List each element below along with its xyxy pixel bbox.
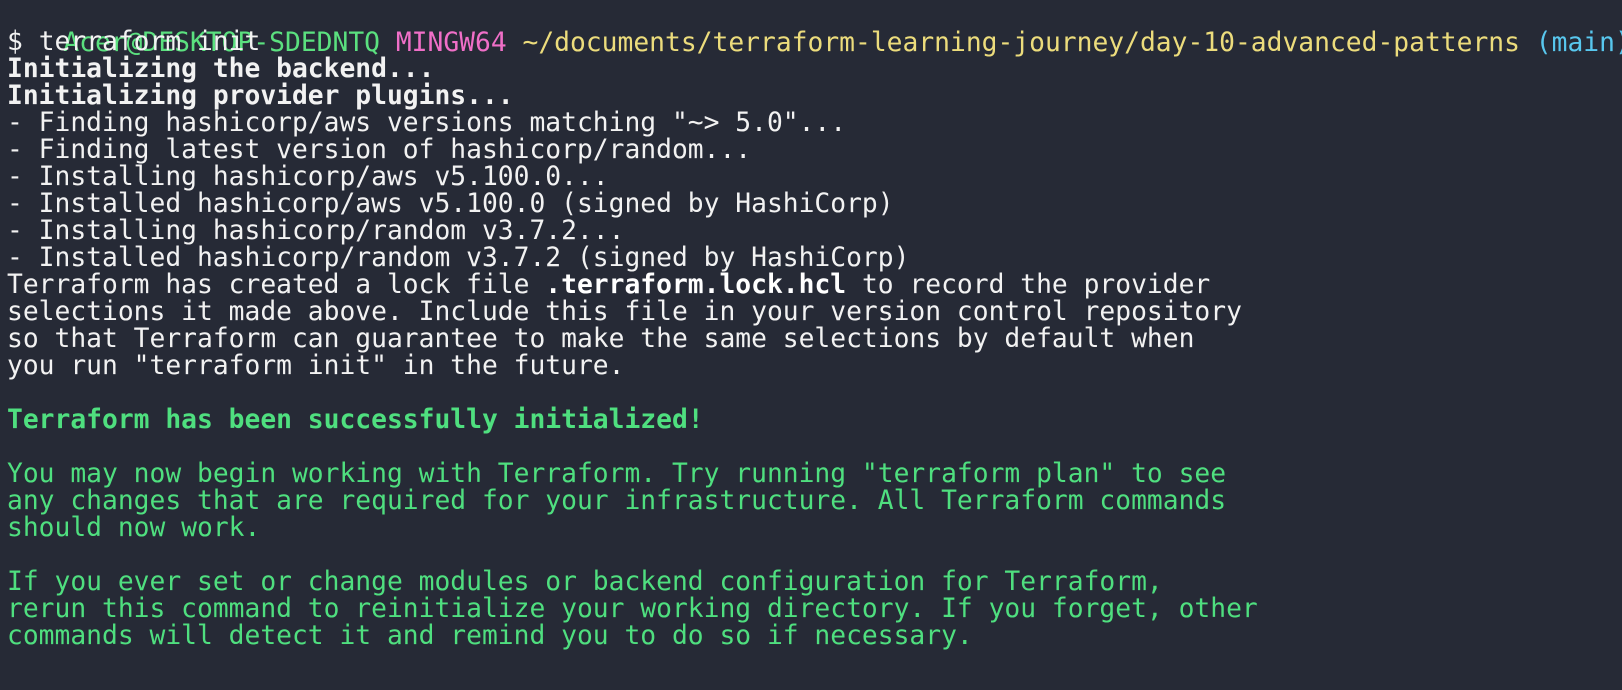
next-steps-text: any changes that are required for your i…: [7, 486, 1227, 516]
next-steps-text: should now work.: [7, 513, 261, 543]
output-backend: Initializing the backend...: [7, 54, 435, 84]
output-step: - Installed hashicorp/aws v5.100.0 (sign…: [7, 189, 894, 219]
lock-file-name: .terraform.lock.hcl: [545, 270, 847, 300]
rerun-text: rerun this command to reinitialize your …: [7, 594, 1258, 624]
output-step: - Installing hashicorp/aws v5.100.0...: [7, 162, 609, 192]
output-provider-plugins: Initializing provider plugins...: [7, 81, 514, 111]
lock-file-post: to record the provider: [846, 270, 1211, 300]
lock-file-text: so that Terraform can guarantee to make …: [7, 324, 1195, 354]
prompt-symbol: $: [7, 27, 23, 57]
command-text: terraform init: [38, 27, 261, 57]
lock-file-pre: Terraform has created a lock file: [7, 270, 546, 300]
output-step: - Installing hashicorp/random v3.7.2...: [7, 216, 625, 246]
output-step: - Installed hashicorp/random v3.7.2 (sig…: [7, 243, 910, 273]
prompt-path: ~/documents/terraform-learning-journey/d…: [522, 28, 1520, 58]
rerun-text: If you ever set or change modules or bac…: [7, 567, 1163, 597]
prompt-branch: (main): [1535, 28, 1622, 58]
lock-file-text: selections it made above. Include this f…: [7, 297, 1242, 327]
terminal-window[interactable]: Acer@DESKTOP-SDEDNTQ MINGW64 ~/documents…: [0, 0, 1622, 690]
lock-file-line: Terraform has created a lock file .terra…: [0, 271, 1210, 299]
output-step: - Finding latest version of hashicorp/ra…: [7, 135, 752, 165]
command-line: $ terraform init: [0, 28, 260, 56]
rerun-text: commands will detect it and remind you t…: [7, 621, 973, 651]
lock-file-text: you run "terraform init" in the future.: [7, 351, 625, 381]
prompt-line: Acer@DESKTOP-SDEDNTQ MINGW64 ~/documents…: [0, 1, 1622, 57]
next-steps-text: You may now begin working with Terraform…: [7, 459, 1227, 489]
output-step: - Finding hashicorp/aws versions matchin…: [7, 108, 847, 138]
success-message: Terraform has been successfully initiali…: [7, 405, 704, 435]
